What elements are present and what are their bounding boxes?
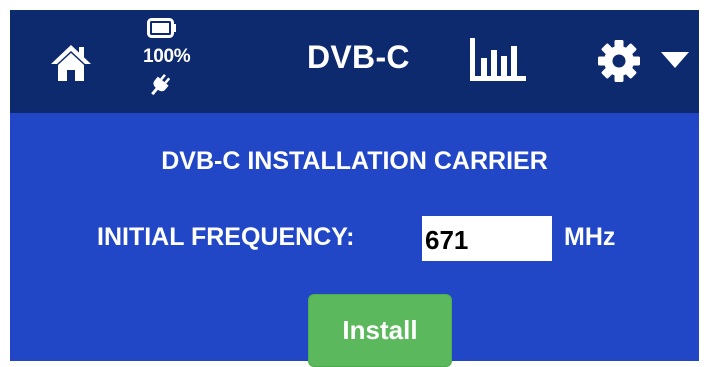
- home-icon: [51, 45, 91, 81]
- install-button[interactable]: Install: [308, 294, 452, 367]
- frequency-label: INITIAL FREQUENCY:: [97, 223, 355, 251]
- settings-menu-button[interactable]: [595, 38, 691, 84]
- battery-icon: [147, 18, 176, 38]
- home-button[interactable]: [50, 43, 92, 83]
- caret-down-icon: [661, 52, 689, 68]
- spectrum-button[interactable]: [466, 36, 528, 86]
- battery-percent: 100%: [143, 46, 191, 67]
- panel-title: DVB-C INSTALLATION CARRIER: [161, 147, 548, 175]
- frequency-input[interactable]: [422, 216, 552, 261]
- plug-icon: [151, 74, 171, 96]
- frequency-unit: MHz: [564, 223, 616, 251]
- app-window: 100% DVB-C DVB-C INSTALLATION CARRIER IN…: [10, 10, 699, 367]
- gear-icon: [598, 40, 640, 82]
- mode-label: DVB-C: [307, 39, 410, 75]
- header-bar: 100% DVB-C: [10, 10, 699, 113]
- battery-status: 100%: [143, 16, 211, 96]
- installation-panel: DVB-C INSTALLATION CARRIER INITIAL FREQU…: [10, 113, 699, 367]
- bar-chart-icon: [470, 38, 526, 81]
